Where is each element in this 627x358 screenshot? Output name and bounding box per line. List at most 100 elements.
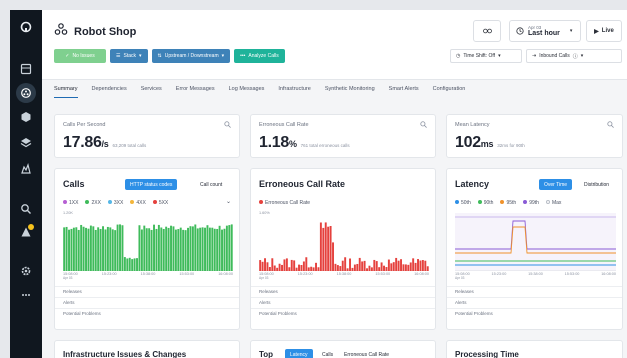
error-rate-bar	[288, 267, 291, 271]
app-logo-icon[interactable]	[15, 18, 37, 36]
error-rate-bar	[283, 259, 286, 271]
upstream-downstream-filter[interactable]: ⇅ Upstream / Downstream ▾	[151, 49, 231, 63]
settings-icon[interactable]	[15, 262, 37, 280]
synthetic-icon[interactable]	[15, 160, 37, 178]
error-rate-bar	[397, 260, 400, 271]
calls-bar	[194, 224, 197, 271]
alerts-icon[interactable]	[15, 223, 37, 241]
error-rate-bar	[290, 259, 293, 271]
zoom-icon[interactable]	[224, 121, 231, 128]
analytics-icon[interactable]	[15, 200, 37, 218]
legend-label: 99th	[529, 200, 539, 206]
inbound-calls-dropdown[interactable]: ⇥ Inbound Calls ⓘ ▾	[526, 49, 622, 63]
top-calls-tab[interactable]: Calls	[317, 349, 338, 358]
infrastructure-icon[interactable]	[15, 134, 37, 152]
top-erroneous-call-rate-tab[interactable]: Erroneous Call Rate	[339, 349, 394, 358]
calls-bar	[116, 224, 119, 271]
calls-bar	[199, 227, 202, 271]
legend-swatch	[545, 200, 550, 204]
stack-filter[interactable]: ☰ Stack ▾	[110, 49, 148, 63]
calls-bar	[208, 227, 211, 271]
x-tick: 15:38:00	[336, 272, 352, 276]
releases-row[interactable]: Releases	[55, 286, 239, 296]
legend-item[interactable]: 95th	[500, 200, 516, 206]
tab-log-messages[interactable]: Log Messages	[229, 86, 265, 98]
no-issues-filter[interactable]: ✓ No Issues	[54, 49, 106, 63]
legend-item[interactable]: 99th	[523, 200, 539, 206]
calls-bar	[89, 225, 92, 271]
app-window: Robot Shop Apr 03 Last hour ▾ ▶ Live ✓ N…	[10, 10, 627, 358]
potential-problems-row[interactable]: Potential Problems	[55, 308, 239, 318]
error-rate-bar	[375, 261, 378, 271]
dashboard-icon[interactable]	[15, 60, 37, 78]
legend-item[interactable]: 4XX	[130, 200, 146, 206]
legend-item[interactable]: Erroneous Call Rate	[259, 200, 310, 206]
calls-bar	[204, 227, 206, 271]
legend-item[interactable]: 2XX	[85, 200, 101, 206]
metric-subtext: 63,209 total calls	[112, 143, 147, 148]
metric-label: Mean Latency	[455, 122, 490, 128]
metric-unit: /s	[101, 139, 109, 149]
legend-item[interactable]: 1XX	[63, 200, 78, 206]
metric-value: 1.18	[259, 134, 289, 151]
releases-row[interactable]: Releases	[447, 286, 622, 296]
http-status-codes-toggle[interactable]: HTTP status codes	[125, 179, 178, 190]
potential-problems-row[interactable]: Potential Problems	[251, 308, 435, 318]
call-count-toggle[interactable]: Call count	[195, 179, 227, 190]
calls-bar	[211, 227, 214, 271]
error-rate-bar	[402, 264, 405, 271]
inbound-calls-label: Inbound Calls	[539, 53, 570, 59]
tab-error-messages[interactable]: Error Messages	[176, 86, 215, 98]
alerts-row[interactable]: Alerts	[55, 297, 239, 307]
legend-item[interactable]: Max	[545, 200, 561, 206]
top-latency-tab[interactable]: Latency	[285, 349, 313, 358]
analyze-calls-button[interactable]: ••• Analyze Calls	[234, 49, 285, 63]
summary-content: Calls Per Second 17.86/s 63,209 total cal…	[42, 102, 627, 358]
calls-bar	[128, 257, 131, 271]
calls-bar-plot	[63, 224, 233, 271]
time-range-picker[interactable]: Apr 03 Last hour ▾	[509, 20, 581, 42]
legend-item[interactable]: 5XX	[152, 200, 168, 206]
error-rate-bar	[300, 265, 303, 271]
error-rate-bar	[317, 267, 320, 271]
releases-row[interactable]: Releases	[251, 286, 435, 296]
zoom-icon[interactable]	[607, 121, 614, 128]
error-rate-bar	[368, 265, 371, 271]
x-tick: 16:08:00	[218, 272, 233, 276]
zoom-icon[interactable]	[420, 121, 427, 128]
x-tick: 15:53:00	[564, 272, 580, 276]
live-button[interactable]: ▶ Live	[586, 20, 622, 42]
tab-dependencies[interactable]: Dependencies	[92, 86, 127, 98]
distribution-toggle[interactable]: Distribution	[579, 179, 614, 190]
tab-smart-alerts[interactable]: Smart Alerts	[389, 86, 419, 98]
legend-item[interactable]: 3XX	[107, 200, 124, 206]
alerts-row[interactable]: Alerts	[447, 297, 622, 307]
tab-synthetic-monitoring[interactable]: Synthetic Monitoring	[325, 86, 375, 98]
alerts-row[interactable]: Alerts	[251, 297, 435, 307]
legend-item[interactable]: 50th	[455, 200, 471, 206]
legend-swatch	[63, 200, 67, 204]
x-tick: 15:53:00	[179, 272, 195, 276]
tab-infrastructure[interactable]: Infrastructure	[278, 86, 310, 98]
share-link-button[interactable]	[473, 20, 501, 42]
services-icon[interactable]	[15, 108, 37, 126]
tab-services[interactable]: Services	[141, 86, 162, 98]
calls-bar	[114, 230, 117, 271]
calls-bar	[228, 225, 231, 271]
metric-value: 102	[455, 134, 481, 151]
error-rate-bar	[390, 263, 393, 271]
legend-label: 3XX	[113, 200, 124, 206]
filter-label: Stack	[123, 53, 136, 59]
applications-icon[interactable]	[16, 83, 36, 103]
page-header: Robot Shop Apr 03 Last hour ▾ ▶ Live ✓ N…	[42, 10, 627, 80]
legend-item[interactable]: 90th	[477, 200, 493, 206]
time-shift-dropdown[interactable]: ◷ Time Shift: Off ▾	[450, 49, 522, 63]
potential-problems-row[interactable]: Potential Problems	[447, 308, 622, 318]
error-rate-bar	[380, 262, 383, 271]
tab-configuration[interactable]: Configuration	[433, 86, 466, 98]
tab-summary[interactable]: Summary	[54, 86, 78, 98]
calls-bar	[153, 224, 155, 271]
chevron-down-icon[interactable]: ⌄	[226, 198, 231, 205]
more-icon[interactable]	[15, 286, 37, 304]
over-time-toggle[interactable]: Over Time	[539, 179, 573, 190]
